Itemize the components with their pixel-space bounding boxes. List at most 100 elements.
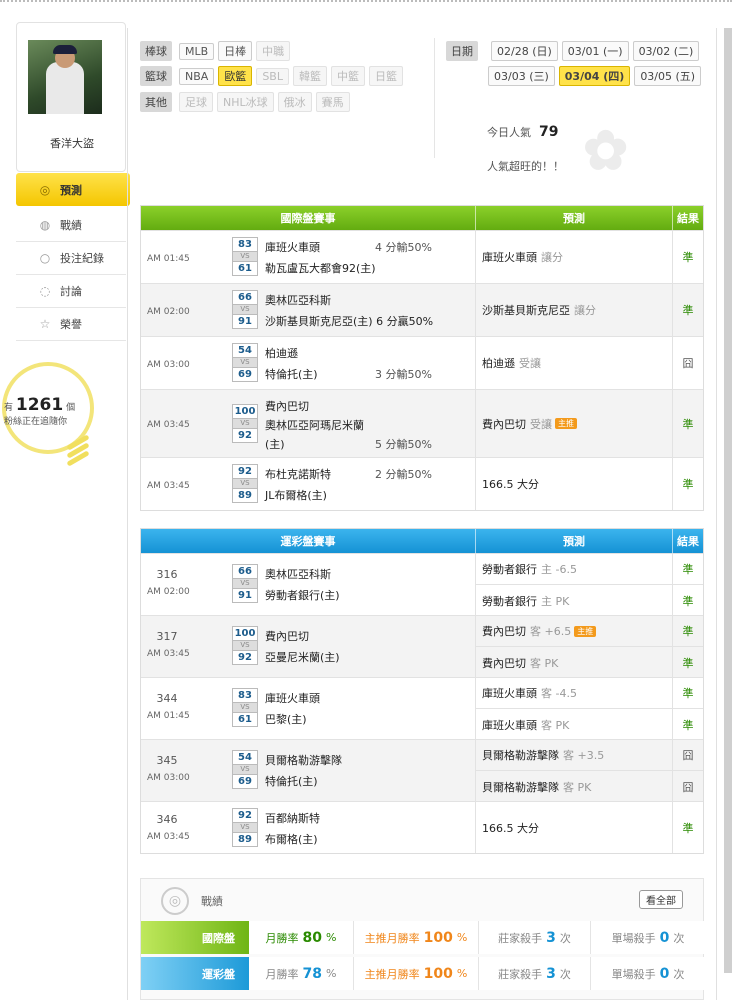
category-label: 籃球 bbox=[140, 66, 172, 86]
date-0302[interactable]: 03/02 (二) bbox=[632, 41, 700, 61]
sidebar-item-honor[interactable]: ☆ 榮譽 bbox=[16, 308, 126, 341]
odds: 2 分輸50% bbox=[375, 468, 432, 481]
odds: 3 分輸50% bbox=[375, 368, 432, 381]
away-team: 百都納斯特 bbox=[265, 812, 320, 825]
game-time: AM 03:45 bbox=[147, 649, 190, 659]
result: 準 bbox=[682, 304, 694, 317]
prediction: 貝爾格勒游擊隊客 PK bbox=[476, 771, 673, 802]
stats-row-lottery: 運彩盤 月勝率 78% 主推月勝率 100% 莊家殺手 3 次 單場殺手 0 次 bbox=[141, 957, 705, 990]
filter-npb[interactable]: 日棒 bbox=[218, 41, 253, 61]
filter-russia-hockey[interactable]: 俄冰 bbox=[277, 92, 312, 112]
prediction-group: 貝爾格勒游擊隊客 +3.5 囧 貝爾格勒游擊隊客 PK 囧 bbox=[476, 740, 703, 802]
column-header: 結果 bbox=[677, 212, 699, 225]
filter-nba[interactable]: NBA bbox=[179, 67, 215, 85]
lottery-table: 運彩盤賽事 預測 結果 316 AM 02:00 66 VS 91 奧林匹亞科斯 勞… bbox=[140, 528, 704, 854]
prediction: 勞動者銀行主 -6.5 bbox=[476, 554, 673, 584]
table-row[interactable]: AM 02:00 66 VS 91 奧林匹亞科斯 沙斯基貝斯克尼亞(主) 6 分贏5… bbox=[141, 283, 703, 336]
category-label: 棒球 bbox=[140, 41, 172, 61]
date-0304[interactable]: 03/04 (四) bbox=[558, 66, 631, 86]
sidebar-item-label: 榮譽 bbox=[60, 318, 82, 331]
username[interactable]: 香洋大盜 bbox=[17, 135, 127, 151]
filter-other: 其他 足球 NHL冰球 俄冰 賽馬 bbox=[140, 92, 350, 112]
table-row[interactable]: 317 AM 03:45 100 VS 92 費內巴切 亞曼尼米蘭(主) 費內巴切客… bbox=[141, 615, 703, 678]
medal-icon: ☆ bbox=[39, 317, 51, 331]
sidebar-item-label: 討論 bbox=[60, 285, 82, 298]
prediction: 費內巴切 受讓 主推 bbox=[476, 390, 673, 457]
result: 囧 bbox=[682, 780, 694, 794]
prediction: 庫班火車頭 讓分 bbox=[476, 231, 673, 283]
odds: 4 分輸50% bbox=[375, 241, 432, 254]
game-time: AM 03:45 bbox=[147, 481, 190, 491]
result: 準 bbox=[682, 417, 694, 431]
date-0303[interactable]: 03/03 (三) bbox=[488, 66, 555, 86]
table-row[interactable]: 316 AM 02:00 66 VS 91 奧林匹亞科斯 勞動者銀行(主) 勞動者銀… bbox=[141, 553, 703, 616]
avatar[interactable] bbox=[28, 40, 102, 114]
filter-basketball: 籃球 NBA 歐籃 SBL 韓籃 中籃 日籃 bbox=[140, 66, 403, 86]
away-team: 奧林匹亞科斯 bbox=[265, 568, 331, 581]
table-header: 國際盤賽事 預測 結果 bbox=[141, 206, 703, 230]
sidebar-item-label: 戰績 bbox=[60, 219, 82, 232]
table-header: 運彩盤賽事 預測 結果 bbox=[141, 529, 703, 553]
filter-nhl[interactable]: NHL冰球 bbox=[217, 92, 274, 112]
away-team: 布杜克諾斯特 bbox=[265, 468, 331, 481]
sidebar-item-discussion[interactable]: ◌ 討論 bbox=[16, 275, 126, 308]
score-box: 100 VS 92 bbox=[232, 404, 258, 443]
filter-japan-basketball[interactable]: 日籃 bbox=[368, 66, 403, 86]
result: 準 bbox=[682, 687, 694, 700]
table-row[interactable]: AM 03:00 54 VS 69 柏迪遜 特倫托(主) 3 分輸50% 柏迪遜 受讓… bbox=[141, 336, 703, 389]
filter-china-basketball[interactable]: 中籃 bbox=[330, 66, 365, 86]
score-box: 66 VS 91 bbox=[232, 290, 258, 329]
table-row[interactable]: AM 03:45 92 VS 89 布杜克諾斯特 JL布爾格(主) 2 分輸50% … bbox=[141, 457, 703, 510]
game-time: AM 03:00 bbox=[147, 773, 190, 783]
filter-horse-racing[interactable]: 賽馬 bbox=[315, 92, 350, 112]
score-box: 54 VS 69 bbox=[232, 750, 258, 789]
table-row[interactable]: 346 AM 03:45 92 VS 89 百都納斯特 布爾格(主) 166.5 大… bbox=[141, 801, 703, 853]
hot-badge: 主推 bbox=[555, 418, 577, 429]
score-box: 83 VS 61 bbox=[232, 688, 258, 727]
game-time: AM 02:00 bbox=[147, 587, 190, 597]
table-row[interactable]: 344 AM 01:45 83 VS 61 庫班火車頭 巴黎(主) 庫班火車頭客 -… bbox=[141, 677, 703, 740]
game-number: 345 bbox=[156, 754, 178, 767]
filter-sbl[interactable]: SBL bbox=[256, 67, 289, 85]
date-0305[interactable]: 03/05 (五) bbox=[634, 66, 702, 86]
result: 準 bbox=[682, 478, 694, 491]
home-team: 奧林匹亞阿瑪尼米蘭 bbox=[265, 419, 364, 432]
stats-row-intl: 國際盤 月勝率 80% 主推月勝率 100% 莊家殺手 3 次 單場殺手 0 次 bbox=[141, 921, 705, 954]
month-win-rate: 月勝率 80% bbox=[249, 921, 354, 954]
sidebar-item-label: 預測 bbox=[60, 183, 82, 197]
target-icon: ◎ bbox=[39, 182, 51, 197]
filter-soccer[interactable]: 足球 bbox=[179, 92, 213, 112]
score-box: 92 VS 89 bbox=[232, 464, 258, 503]
away-team: 柏迪遜 bbox=[265, 347, 298, 360]
filter-euro-basketball[interactable]: 歐籃 bbox=[218, 66, 253, 86]
view-all-button[interactable]: 看全部 bbox=[639, 890, 683, 909]
home-team: JL布爾格(主) bbox=[265, 489, 327, 502]
sidebar: 香洋大盜 ◎ 預測 ◍ 戰績 ○ 投注紀錄 ◌ 討論 ☆ 榮譽 有 1261 個… bbox=[0, 22, 130, 1000]
sidebar-item-predict[interactable]: ◎ 預測 bbox=[16, 173, 130, 206]
scrollbar[interactable] bbox=[724, 28, 732, 973]
game-number: 316 bbox=[156, 568, 178, 581]
filter-cpbl[interactable]: 中職 bbox=[256, 41, 291, 61]
date-0301[interactable]: 03/01 (一) bbox=[561, 41, 629, 61]
prediction-group: 費內巴切客 +6.5 主推準 費內巴切客 PK 準 bbox=[476, 616, 703, 678]
table-row[interactable]: AM 01:45 83 VS 61 庫班火車頭 勒瓦盧瓦大都會92(主) 4 分輸5… bbox=[141, 230, 703, 283]
home-team: 巴黎(主) bbox=[265, 713, 307, 726]
game-number: 346 bbox=[156, 813, 178, 826]
filter-korea-basketball[interactable]: 韓籃 bbox=[292, 66, 327, 86]
away-team: 庫班火車頭 bbox=[265, 692, 320, 705]
game-time: AM 01:45 bbox=[147, 254, 190, 264]
divider bbox=[434, 38, 435, 158]
sidebar-item-record[interactable]: ◍ 戰績 bbox=[16, 209, 126, 242]
filter-mlb[interactable]: MLB bbox=[179, 42, 215, 60]
prediction-group: 勞動者銀行主 -6.5 準 勞動者銀行主 PK 準 bbox=[476, 554, 703, 616]
date-0228[interactable]: 02/28 (日) bbox=[491, 41, 558, 61]
home-team: 勒瓦盧瓦大都會92(主) bbox=[265, 262, 376, 275]
lightbulb-base bbox=[66, 434, 90, 467]
main-pick-rate: 主推月勝率 100% bbox=[354, 921, 479, 954]
date-row-2: 03/03 (三) 03/04 (四) 03/05 (五) bbox=[484, 66, 702, 86]
stats-title: 戰績 bbox=[201, 895, 223, 908]
sidebar-item-bet-history[interactable]: ○ 投注紀錄 bbox=[16, 242, 126, 275]
table-row[interactable]: AM 03:45 100 VS 92 費內巴切 奧林匹亞阿瑪尼米蘭 (主) 5 分輸… bbox=[141, 389, 703, 457]
table-row[interactable]: 345 AM 03:00 54 VS 69 貝爾格勒游擊隊 特倫托(主) 貝爾格勒游… bbox=[141, 739, 703, 802]
score-box: 100 VS 92 bbox=[232, 626, 258, 665]
